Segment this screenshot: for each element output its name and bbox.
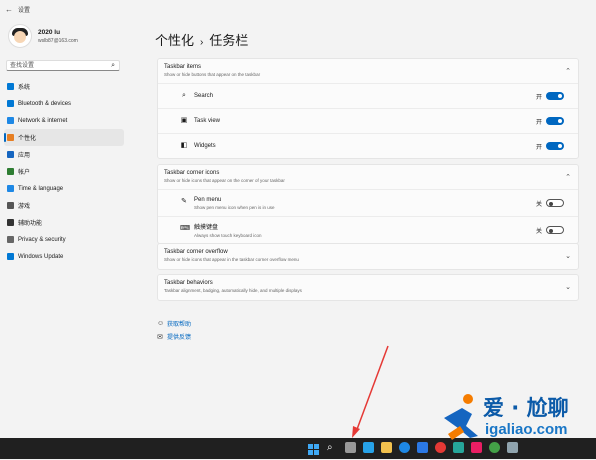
watermark-logo: 爱 · 尬聊 igaliao.com [440, 388, 596, 448]
watermark-url: igaliao.com [485, 421, 568, 438]
watermark-figure-icon [444, 394, 478, 440]
watermark-text: 爱 · 尬聊 [483, 396, 569, 420]
